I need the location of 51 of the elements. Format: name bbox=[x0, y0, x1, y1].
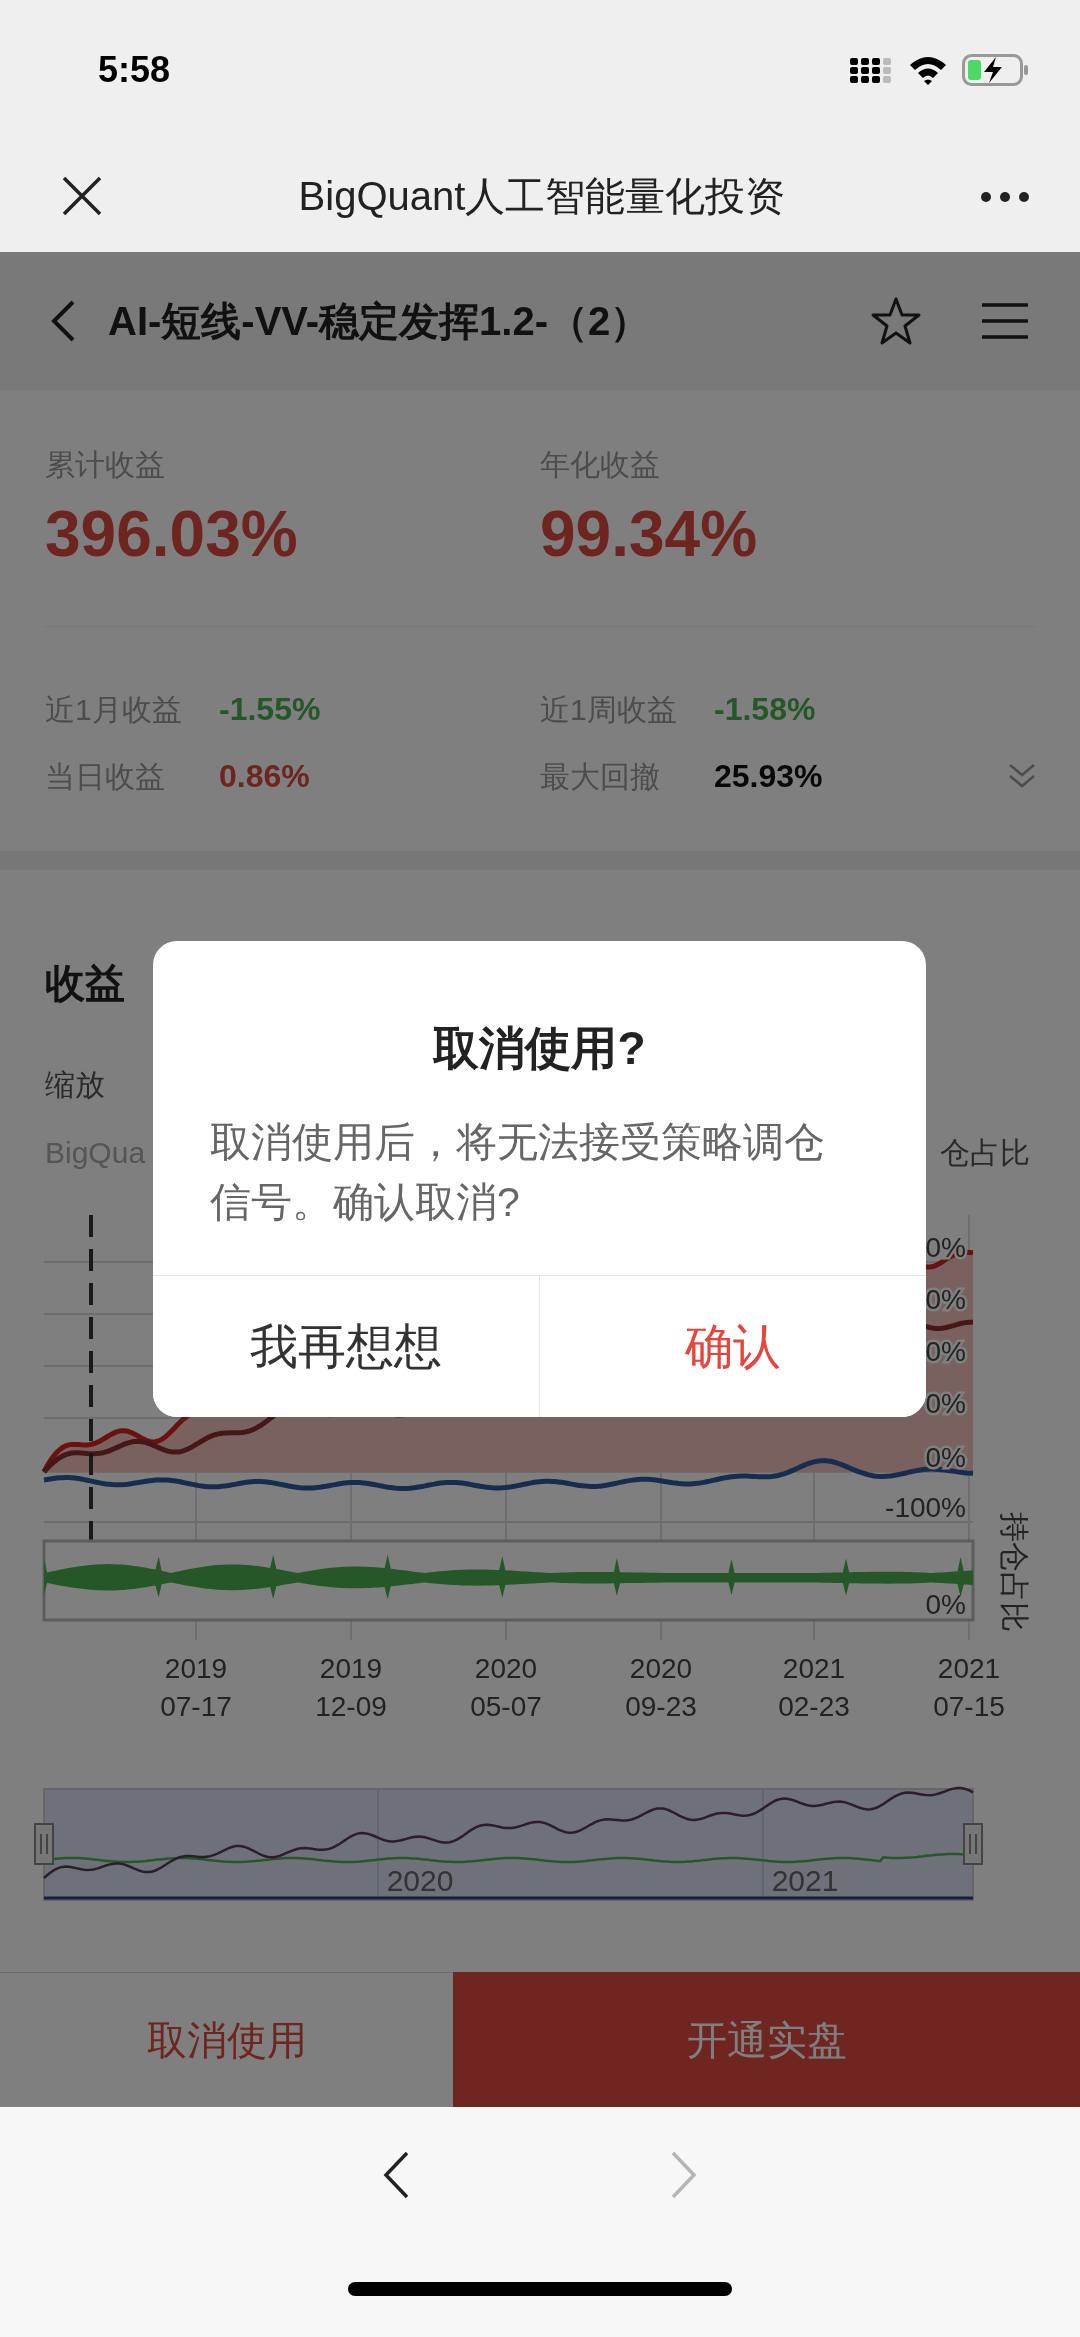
y-tick-label: 0% bbox=[925, 1388, 966, 1419]
x-tick-label: 2019 bbox=[319, 1653, 383, 1684]
wifi-icon bbox=[908, 55, 948, 85]
axis-title: 持仓占比 bbox=[998, 1512, 1031, 1632]
stat-value: 99.34% bbox=[540, 497, 759, 572]
x-tick-label: 2021 bbox=[782, 1653, 846, 1684]
menu-icon bbox=[980, 301, 1030, 341]
double-chevron-icon bbox=[1007, 762, 1037, 790]
dialog-message: 取消使用后，将无法接受策略调仓信号。确认取消? bbox=[209, 1118, 826, 1227]
back-icon bbox=[382, 2150, 410, 2199]
x-tick-label: 02-23 bbox=[778, 1691, 850, 1722]
section-heading: 收益 bbox=[44, 960, 126, 1007]
y-tick-label: -100% bbox=[885, 1492, 966, 1523]
stat-value: 0.86% bbox=[219, 757, 310, 796]
dialog-title: 取消使用? bbox=[431, 1021, 647, 1075]
forward-icon bbox=[670, 2150, 698, 2199]
y-tick-label: 0% bbox=[925, 1442, 966, 1473]
navigator-label: 2021 bbox=[771, 1864, 839, 1897]
x-tick-label: 2020 bbox=[629, 1653, 693, 1684]
x-tick-label: 12-09 bbox=[315, 1691, 387, 1722]
navigator-label: 2020 bbox=[386, 1864, 454, 1897]
y-tick-label: 0% bbox=[925, 1232, 966, 1263]
x-tick-label: 09-23 bbox=[625, 1691, 697, 1722]
legend-label: 仓占比 bbox=[940, 1135, 1030, 1171]
y-tick-label: 0% bbox=[925, 1336, 966, 1367]
x-tick-label: 2020 bbox=[474, 1653, 538, 1684]
stat-value: 396.03% bbox=[45, 497, 299, 572]
back-icon bbox=[50, 299, 76, 343]
dialog-button[interactable]: 确认 bbox=[539, 1276, 926, 1417]
stat-value: -1.58% bbox=[714, 690, 816, 729]
range-handle[interactable] bbox=[34, 1823, 54, 1865]
zoom-label: 缩放 bbox=[45, 1067, 106, 1103]
y-tick-label: 0% bbox=[925, 1284, 966, 1315]
close-icon bbox=[60, 174, 104, 218]
stat-value: 25.93% bbox=[714, 757, 823, 796]
action-button[interactable]: 开通实盘 bbox=[453, 1972, 1080, 2107]
x-tick-label: 05-07 bbox=[470, 1691, 542, 1722]
x-tick-label: 07-17 bbox=[160, 1691, 232, 1722]
range-navigator[interactable] bbox=[43, 1788, 974, 1901]
status-time: 5:58 bbox=[98, 48, 171, 92]
x-tick-label: 2019 bbox=[164, 1653, 228, 1684]
stat-value: -1.55% bbox=[219, 690, 321, 729]
y-tick-label: 0% bbox=[925, 1589, 966, 1620]
signal-icon bbox=[850, 56, 894, 84]
x-tick-label: 07-15 bbox=[933, 1691, 1005, 1722]
browser-title: BigQuant人工智能量化投资 bbox=[298, 173, 786, 220]
battery-icon bbox=[962, 54, 1030, 86]
range-handle[interactable] bbox=[963, 1823, 983, 1865]
more-icon bbox=[980, 190, 1030, 203]
strategy-title: AI-短线-VV-稳定发挥1.2-（2） bbox=[108, 298, 652, 345]
x-tick-label: 2021 bbox=[937, 1653, 1001, 1684]
